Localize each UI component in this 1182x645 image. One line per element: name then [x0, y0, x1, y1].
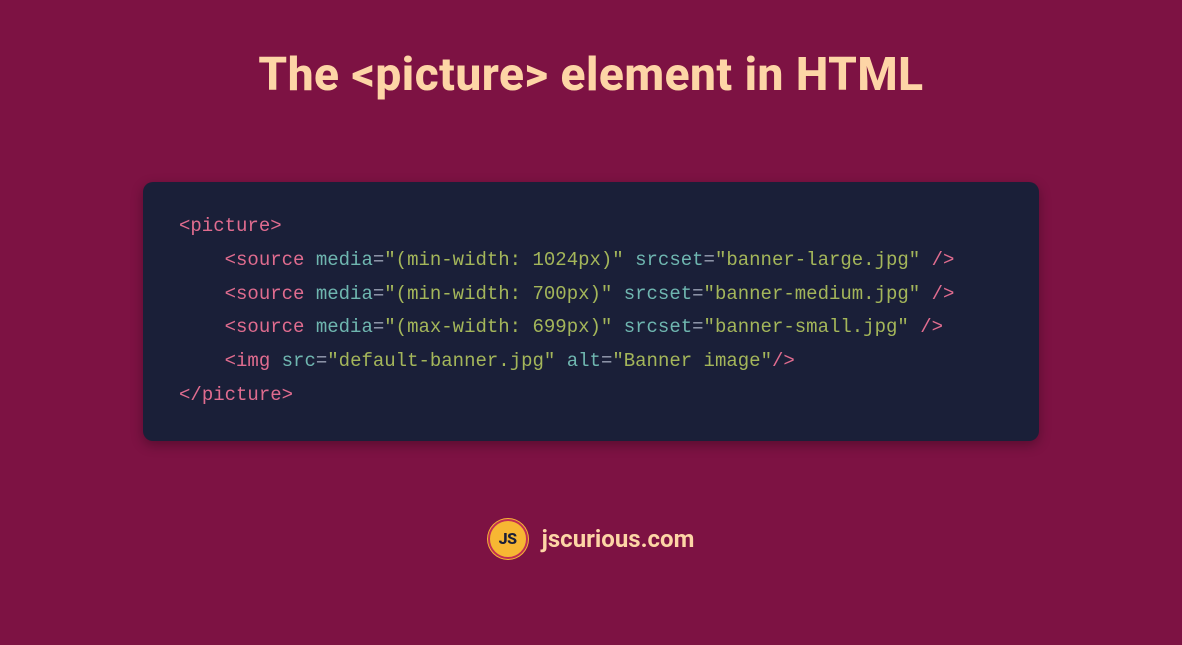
- code-line: <source media="(min-width: 1024px)" srcs…: [179, 244, 1003, 278]
- code-line: <img src="default-banner.jpg" alt="Banne…: [179, 345, 1003, 379]
- code-line: <source media="(max-width: 699px)" srcse…: [179, 311, 1003, 345]
- code-line: <source media="(min-width: 700px)" srcse…: [179, 278, 1003, 312]
- code-block: <picture> <source media="(min-width: 102…: [143, 182, 1039, 441]
- logo-icon: JS: [488, 519, 528, 559]
- code-line: </picture>: [179, 379, 1003, 413]
- site-name: jscurious.com: [542, 525, 695, 553]
- page-title: The <picture> element in HTML: [258, 48, 923, 102]
- code-line: <picture>: [179, 210, 1003, 244]
- footer: JS jscurious.com: [488, 519, 695, 559]
